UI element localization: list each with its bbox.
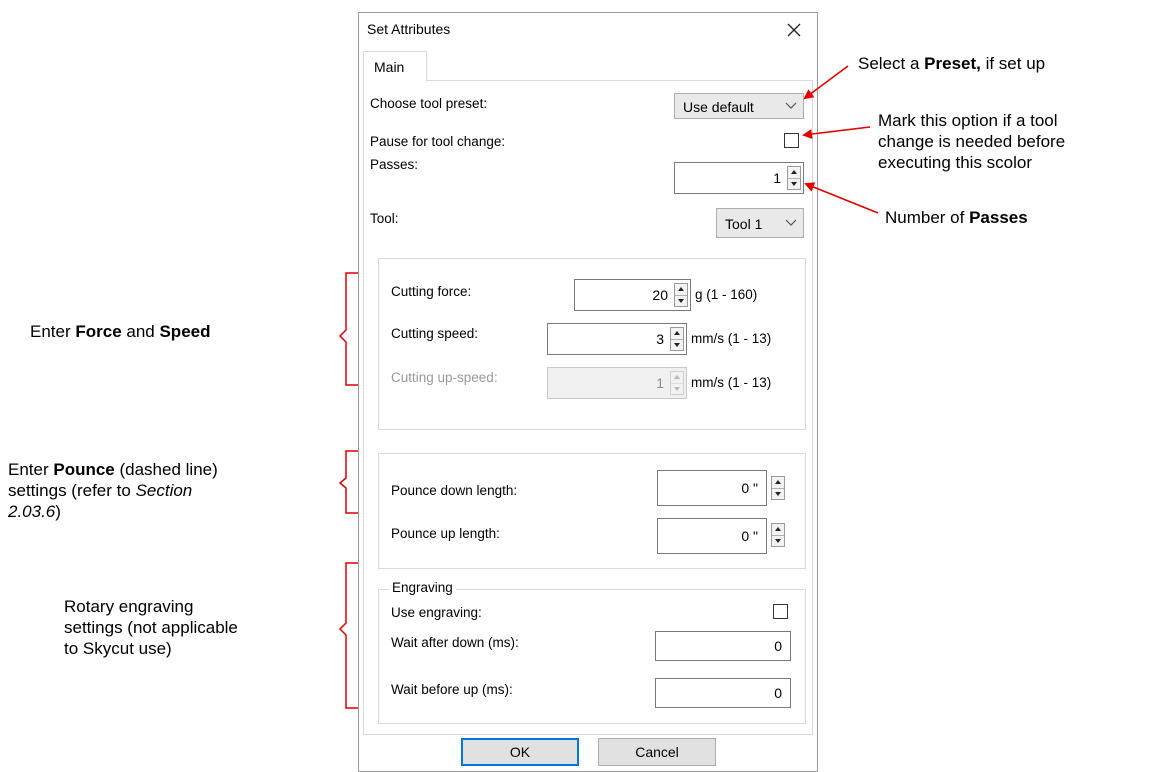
- pounce-down-value: 0 ": [741, 480, 758, 496]
- annotation-force-speed: Enter Force and Speed: [30, 321, 211, 342]
- dialog-title: Set Attributes: [367, 21, 451, 37]
- upspeed-stepper: 1: [547, 367, 687, 399]
- arrow-down-icon[interactable]: [772, 488, 784, 499]
- force-stepper[interactable]: 20: [574, 279, 691, 311]
- annotation-pause-line1: Mark this option if a tool: [878, 111, 1058, 130]
- force-spin-buttons[interactable]: [674, 283, 688, 307]
- upspeed-label: Cutting up-speed:: [391, 370, 498, 385]
- speed-label: Cutting speed:: [391, 326, 479, 341]
- annotation-pounce-section: Section: [135, 481, 193, 500]
- annotation-preset-bold: Preset,: [924, 54, 981, 73]
- upspeed-spin-buttons: [670, 371, 684, 395]
- passes-spin-buttons[interactable]: [787, 166, 801, 190]
- arrow-down-icon[interactable]: [788, 178, 800, 189]
- bracket-force-speed: [338, 272, 358, 386]
- annotation-force-bold1: Force: [75, 322, 122, 341]
- annotation-rotary-line1: Rotary engraving: [64, 597, 194, 616]
- speed-spin-buttons[interactable]: [670, 327, 684, 351]
- wait-up-value: 0: [774, 685, 782, 701]
- cancel-button[interactable]: Cancel: [598, 738, 716, 766]
- speed-value: 3: [656, 331, 664, 347]
- annotation-pounce-post: (dashed line): [114, 460, 218, 479]
- force-value: 20: [652, 287, 668, 303]
- annotation-rotary-line2: settings (not applicable: [64, 618, 238, 637]
- chevron-down-icon: [785, 219, 797, 226]
- pounce-up-value: 0 ": [741, 528, 758, 544]
- pounce-up-field[interactable]: 0 ": [657, 518, 767, 554]
- preset-dropdown[interactable]: Use default: [674, 93, 804, 119]
- preset-label: Choose tool preset:: [370, 96, 488, 111]
- annotation-pounce-pre: Enter: [8, 460, 54, 479]
- upspeed-value: 1: [656, 375, 664, 391]
- force-label: Cutting force:: [391, 284, 472, 299]
- annotation-rotary-line3: to Skycut use): [64, 639, 172, 658]
- wait-down-value: 0: [774, 638, 782, 654]
- annotation-pounce-section-number: 2.03.6: [8, 502, 56, 521]
- pounce-up-spin-buttons[interactable]: [771, 523, 785, 547]
- annotation-pounce-line2: settings (refer to: [8, 481, 136, 500]
- annotation-passes-bold: Passes: [969, 208, 1028, 227]
- annotation-preset-pre: Select a: [858, 54, 925, 73]
- passes-label: Passes:: [370, 157, 419, 172]
- speed-unit: mm/s (1 - 13): [691, 331, 772, 346]
- annotation-preset-post: if set up: [980, 54, 1046, 73]
- annotation-pause-line2: change is needed before: [878, 132, 1066, 151]
- close-icon[interactable]: [779, 15, 809, 45]
- annotation-force-mid: and: [121, 322, 160, 341]
- bracket-rotary: [338, 562, 358, 709]
- arrow-down-icon[interactable]: [772, 535, 784, 546]
- chevron-down-icon: [785, 102, 797, 109]
- wait-up-field[interactable]: 0: [655, 678, 791, 708]
- ok-button[interactable]: OK: [461, 738, 579, 766]
- tool-dropdown[interactable]: Tool 1: [716, 208, 804, 238]
- passes-stepper[interactable]: 1: [674, 162, 804, 194]
- main-tab-panel: Choose tool preset: Use default Pause fo…: [363, 80, 813, 735]
- annotation-passes-pre: Number of: [885, 208, 970, 227]
- annotation-preset: Select a Preset, if set up: [858, 53, 1045, 74]
- passes-value: 1: [773, 170, 781, 186]
- arrow-down-icon[interactable]: [675, 295, 687, 306]
- annotation-force-pre: Enter: [30, 322, 76, 341]
- pounce-up-label: Pounce up length:: [391, 526, 500, 541]
- tool-value: Tool 1: [725, 216, 763, 232]
- pounce-down-field[interactable]: 0 ": [657, 470, 767, 506]
- annotation-pounce-close: ): [55, 502, 61, 521]
- speed-stepper[interactable]: 3: [547, 323, 687, 355]
- title-bar: Set Attributes: [359, 13, 817, 49]
- arrow-down-icon[interactable]: [671, 339, 683, 350]
- pause-checkbox[interactable]: [784, 133, 799, 148]
- wait-down-field[interactable]: 0: [655, 631, 791, 661]
- use-engraving-label: Use engraving:: [391, 605, 482, 620]
- arrow-down-icon: [674, 387, 680, 391]
- pounce-down-spin-buttons[interactable]: [771, 476, 785, 500]
- annotation-pause: Mark this option if a tool change is nee…: [878, 110, 1148, 173]
- annotation-pounce: Enter Pounce (dashed line) settings (ref…: [8, 459, 338, 522]
- preset-value: Use default: [683, 99, 754, 115]
- cutting-group: Cutting force: 20 g (1 - 160) Cutting sp…: [378, 258, 806, 430]
- force-unit: g (1 - 160): [695, 287, 758, 302]
- engraving-group: Engraving Use engraving: Wait after down…: [378, 580, 806, 724]
- wait-down-label: Wait after down (ms):: [391, 635, 519, 650]
- pounce-down-label: Pounce down length:: [391, 483, 518, 498]
- tool-label: Tool:: [370, 211, 399, 226]
- upspeed-unit: mm/s (1 - 13): [691, 375, 772, 390]
- set-attributes-dialog: Set Attributes Main Choose tool preset: …: [358, 12, 818, 772]
- pause-label: Pause for tool change:: [370, 134, 506, 149]
- annotation-pause-line3: executing this scolor: [878, 153, 1033, 172]
- bracket-pounce: [338, 450, 358, 514]
- use-engraving-checkbox[interactable]: [773, 604, 788, 619]
- engraving-group-title: Engraving: [389, 580, 456, 595]
- pounce-group: Pounce down length: 0 " Pounce up length…: [378, 453, 806, 569]
- tab-main[interactable]: Main: [363, 51, 427, 81]
- annotation-passes: Number of Passes: [885, 207, 1028, 228]
- annotation-rotary: Rotary engraving settings (not applicabl…: [64, 596, 334, 659]
- wait-up-label: Wait before up (ms):: [391, 682, 513, 697]
- annotation-pounce-bold: Pounce: [53, 460, 115, 479]
- annotation-force-bold2: Speed: [159, 322, 211, 341]
